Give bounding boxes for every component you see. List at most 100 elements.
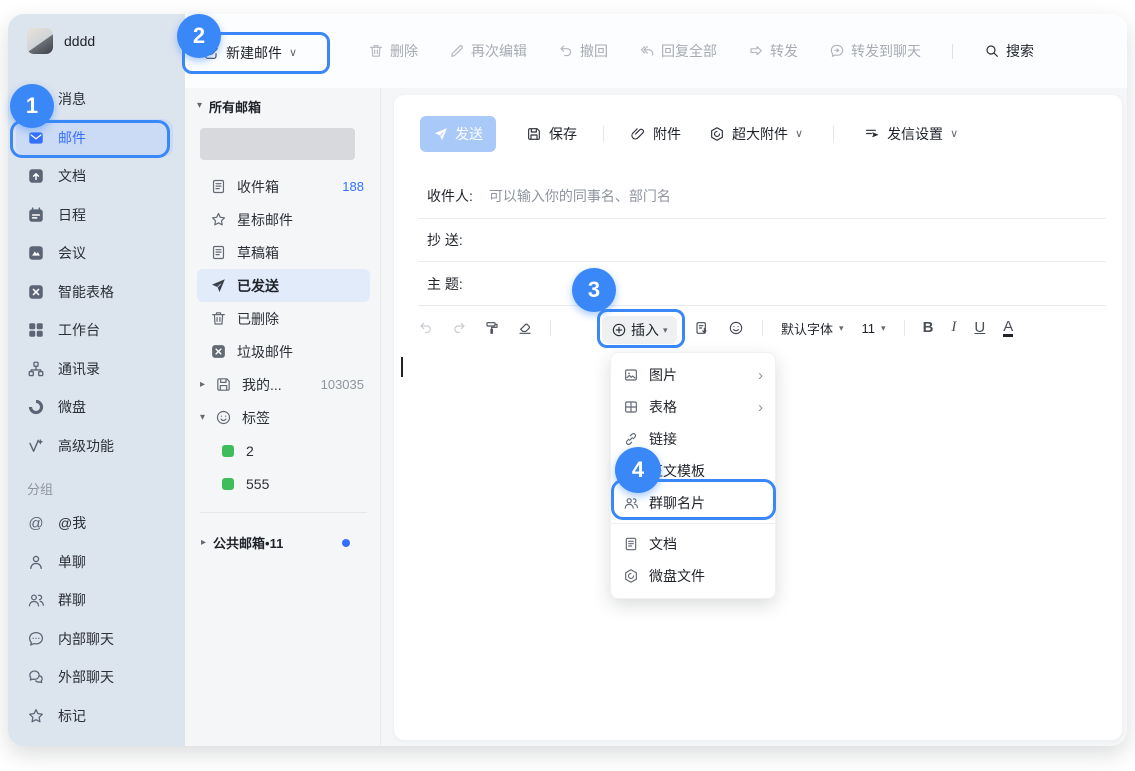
sidebar-item-calendar[interactable]: 日程 xyxy=(8,196,185,235)
unread-count: 188 xyxy=(342,179,364,194)
step-3-badge: 3 xyxy=(572,268,616,312)
folder-drafts[interactable]: 草稿箱 xyxy=(197,236,370,269)
redo-icon[interactable] xyxy=(451,320,467,336)
folder-inbox[interactable]: 收件箱 188 xyxy=(197,170,370,203)
sidebar-item-external-chat[interactable]: 外部聊天 xyxy=(8,658,185,697)
menu-item-table[interactable]: 表格 › xyxy=(611,391,775,423)
subject-label: 主 题: xyxy=(427,274,463,294)
sidebar-item-advanced[interactable]: 高级功能 xyxy=(8,427,185,466)
font-color-button[interactable]: A xyxy=(1003,319,1013,337)
mail-icon xyxy=(27,129,45,147)
forward-to-chat-button[interactable]: 转发到聊天 xyxy=(829,41,921,61)
caret-down-icon: ▾ xyxy=(197,101,202,111)
sidebar-item-contacts[interactable]: 通讯录 xyxy=(8,350,185,389)
link-icon xyxy=(623,431,639,447)
menu-item-drive-file[interactable]: 微盘文件 xyxy=(611,560,775,592)
recall-button[interactable]: 撤回 xyxy=(558,41,608,61)
folder-my-folders[interactable]: ▸ 我的... 103035 xyxy=(197,368,370,401)
to-label: 收件人: xyxy=(427,186,473,206)
tag-item[interactable]: 2 xyxy=(197,434,370,467)
search-button[interactable]: 搜索 xyxy=(984,41,1034,61)
avatar[interactable] xyxy=(27,28,53,54)
star-icon xyxy=(27,707,45,725)
person-icon xyxy=(27,553,45,571)
insert-button[interactable]: 插入 ▾ xyxy=(602,316,677,344)
font-size-select[interactable]: 11 ▾ xyxy=(862,321,886,336)
to-field[interactable]: 收件人: 可以输入你的同事名、部门名 xyxy=(418,173,1106,219)
step-2-badge: 2 xyxy=(177,14,221,58)
toolbar-actions: 删除 再次编辑 撤回 回复全部 转发 xyxy=(368,14,1034,88)
screenshot-stage: dddd 消息 邮件 文档 日程 xyxy=(0,0,1135,771)
folder-starred[interactable]: 星标邮件 xyxy=(197,203,370,236)
attachment-button[interactable]: 附件 xyxy=(630,124,681,144)
caret-down-icon: ▾ xyxy=(881,324,886,333)
menu-item-image[interactable]: 图片 › xyxy=(611,359,775,391)
bold-button[interactable]: B xyxy=(923,320,934,337)
sidebar-item-direct-chat[interactable]: 单聊 xyxy=(8,543,185,582)
folder-deleted[interactable]: 已删除 xyxy=(197,302,370,335)
compose-toolbar: 发送 保存 附件 超大附件 ∨ xyxy=(420,115,1106,153)
sidebar-item-docs[interactable]: 文档 xyxy=(8,157,185,196)
mail-toolbar: 新建邮件 ∨ 删除 再次编辑 撤回 回复全部 xyxy=(185,14,1127,89)
at-icon: @ xyxy=(27,515,45,532)
sidebar-item-internal-chat[interactable]: 内部聊天 xyxy=(8,620,185,659)
sidebar-item-meeting[interactable]: 会议 xyxy=(8,234,185,273)
sidebar-item-drive[interactable]: 微盘 xyxy=(8,388,185,427)
calendar-icon xyxy=(27,206,45,224)
sidebar-item-workbench[interactable]: 工作台 xyxy=(8,311,185,350)
recipient-fields: 收件人: 可以输入你的同事名、部门名 抄 送: 主 题: xyxy=(418,173,1106,306)
emoji-icon[interactable] xyxy=(728,320,744,336)
sidebar-item-group-chat[interactable]: 群聊 xyxy=(8,581,185,620)
sent-icon xyxy=(210,277,227,294)
paper-plane-icon xyxy=(433,126,449,142)
toolbar-divider xyxy=(762,320,763,336)
edit-again-button[interactable]: 再次编辑 xyxy=(449,41,527,61)
format-painter-icon[interactable] xyxy=(484,320,500,336)
forward-button[interactable]: 转发 xyxy=(748,41,798,61)
font-family-select[interactable]: 默认字体 ▾ xyxy=(781,319,844,338)
sidebar-item-flagged[interactable]: 标记 xyxy=(8,697,185,736)
cc-label: 抄 送: xyxy=(427,230,463,250)
send-settings-button[interactable]: 发信设置 ∨ xyxy=(864,124,958,144)
large-attachment-button[interactable]: 超大附件 ∨ xyxy=(709,124,803,144)
inbox-icon xyxy=(210,178,227,195)
cc-field[interactable]: 抄 送: xyxy=(418,219,1106,262)
folder-junk[interactable]: 垃圾邮件 xyxy=(197,335,370,368)
clear-format-icon[interactable] xyxy=(517,320,533,336)
star-icon xyxy=(210,211,227,228)
quote-template-icon[interactable] xyxy=(694,320,710,336)
tag-item[interactable]: 555 xyxy=(197,467,370,500)
underline-button[interactable]: U xyxy=(974,320,985,337)
caret-right-icon: ▸ xyxy=(201,538,206,548)
image-icon xyxy=(623,367,639,383)
submenu-arrow-icon: › xyxy=(758,400,763,415)
all-mailboxes-header[interactable]: ▾ 所有邮箱 xyxy=(197,92,370,120)
trash-icon xyxy=(210,310,227,327)
user-row[interactable]: dddd xyxy=(8,14,185,54)
draft-icon xyxy=(210,244,227,261)
folder-sent[interactable]: 已发送 xyxy=(197,269,370,302)
tags-header[interactable]: ▾ 标签 xyxy=(197,401,370,434)
submenu-arrow-icon: › xyxy=(758,368,763,383)
public-mailbox-header[interactable]: ▸ 公共邮箱•11 xyxy=(197,525,370,552)
mailbox-folder-list: ▾ 所有邮箱 收件箱 188 星标邮件 草稿箱 xyxy=(185,88,381,746)
trash-icon xyxy=(368,43,384,59)
italic-button[interactable]: I xyxy=(951,320,956,337)
reply-all-button[interactable]: 回复全部 xyxy=(639,41,717,61)
reply-all-icon xyxy=(639,43,655,59)
save-button[interactable]: 保存 xyxy=(526,124,577,144)
sidebar-item-at-me[interactable]: @ @我 xyxy=(8,504,185,543)
delete-button[interactable]: 删除 xyxy=(368,41,418,61)
send-button[interactable]: 发送 xyxy=(420,116,496,152)
group-section-label: 分组 xyxy=(8,465,185,504)
menu-item-document[interactable]: 文档 xyxy=(611,528,775,560)
sidebar-item-smart-sheet[interactable]: 智能表格 xyxy=(8,273,185,312)
meeting-icon xyxy=(27,244,45,262)
toolbar-divider xyxy=(603,126,604,142)
caret-down-icon: ▾ xyxy=(663,326,668,335)
plus-circle-icon xyxy=(611,322,627,338)
subject-field[interactable]: 主 题: xyxy=(418,262,1106,306)
undo-icon[interactable] xyxy=(418,320,434,336)
drive-icon xyxy=(27,398,45,416)
chevron-down-icon: ∨ xyxy=(795,129,803,140)
